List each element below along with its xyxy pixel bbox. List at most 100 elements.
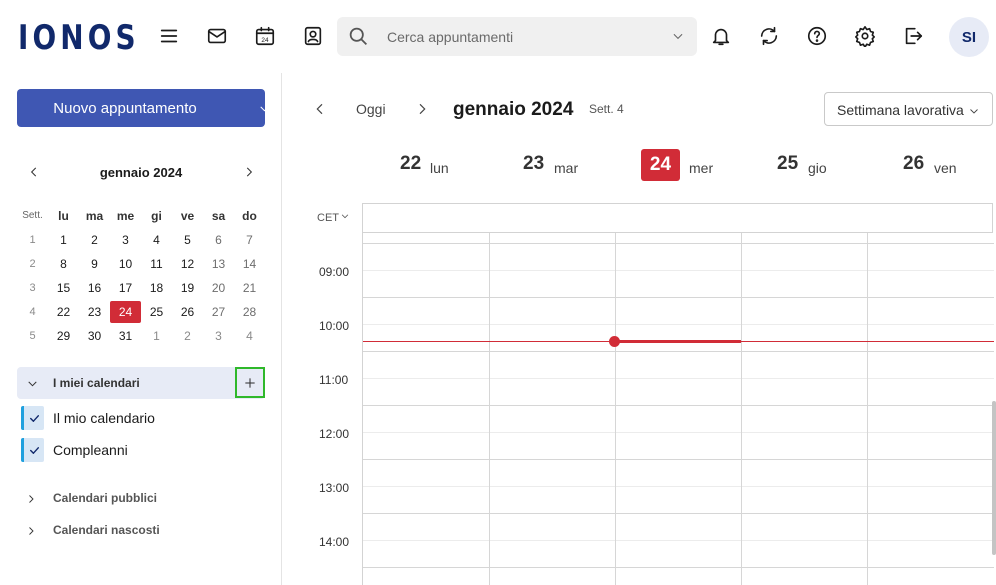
logout-icon[interactable] — [901, 24, 925, 48]
calendar-icon[interactable]: 24 — [253, 24, 277, 48]
bell-icon[interactable] — [709, 24, 733, 48]
mini-calendar-day[interactable]: 19 — [172, 277, 203, 299]
mini-calendar-day[interactable]: 1 — [48, 229, 79, 251]
mini-calendar-today[interactable]: 24 — [110, 301, 141, 323]
chevron-down-icon[interactable] — [26, 377, 39, 395]
mini-calendar-day[interactable]: 11 — [141, 253, 172, 275]
mini-calendar-day[interactable]: 8 — [48, 253, 79, 275]
mini-calendar-day[interactable]: 16 — [79, 277, 110, 299]
weekday-label: do — [242, 209, 257, 223]
hidden-calendars-group[interactable]: Calendari nascosti — [25, 521, 265, 541]
mini-calendar-day[interactable]: 3 — [110, 229, 141, 251]
mini-calendar-day[interactable]: 2 — [79, 229, 110, 251]
day-header-today[interactable]: 24 mer — [614, 149, 740, 181]
chevron-down-icon[interactable] — [671, 29, 685, 48]
menu-icon[interactable] — [157, 24, 181, 48]
mini-calendar-day[interactable]: 26 — [172, 301, 203, 323]
mini-calendar-day[interactable]: 14 — [234, 253, 265, 275]
mini-calendar-day[interactable]: 4 — [234, 325, 265, 347]
scrollbar[interactable] — [992, 401, 996, 555]
mini-calendar-day[interactable]: 20 — [203, 277, 234, 299]
weekday-label: lu — [58, 209, 69, 223]
grid-line — [363, 297, 994, 298]
grid-line — [363, 243, 994, 244]
week-number: 4 — [29, 306, 36, 318]
weekday-label: sa — [211, 209, 226, 223]
checkbox-checked[interactable] — [21, 406, 44, 430]
mini-calendar-day[interactable]: 13 — [203, 253, 234, 275]
mini-calendar-day[interactable]: 21 — [234, 277, 265, 299]
grid-line — [363, 432, 994, 433]
chevron-right-icon[interactable] — [25, 492, 37, 510]
mini-calendar-day[interactable]: 22 — [48, 301, 79, 323]
mini-calendar-day[interactable]: 25 — [141, 301, 172, 323]
mini-calendar-day[interactable]: 30 — [79, 325, 110, 347]
add-calendar-button[interactable] — [235, 367, 265, 398]
view-select[interactable]: Settimana lavorativa — [824, 92, 993, 126]
calendar-item-label: Compleanni — [53, 442, 128, 458]
svg-text:24: 24 — [261, 37, 269, 44]
time-grid[interactable] — [362, 233, 994, 585]
day-header[interactable]: 25 gio — [740, 149, 866, 181]
day-header[interactable]: 26 ven — [866, 149, 992, 181]
mini-calendar-day[interactable]: 29 — [48, 325, 79, 347]
chevron-left-icon[interactable] — [27, 165, 45, 183]
avatar[interactable]: SI — [949, 17, 989, 57]
top-bar: IONOS 24 SI — [0, 0, 996, 73]
settings-icon[interactable] — [853, 24, 877, 48]
public-calendars-group[interactable]: Calendari pubblici — [25, 489, 265, 509]
chevron-left-icon[interactable] — [312, 101, 330, 119]
mini-calendar-day[interactable]: 10 — [110, 253, 141, 275]
day-column-divider — [489, 233, 490, 585]
today-button[interactable]: Oggi — [356, 101, 386, 117]
day-number: 25 — [777, 153, 799, 174]
day-header[interactable]: 23 mar — [488, 149, 614, 181]
my-calendars-header[interactable]: I miei calendari — [17, 367, 265, 399]
mini-calendar-day[interactable]: 1 — [141, 325, 172, 347]
help-icon[interactable] — [805, 24, 829, 48]
chevron-down-icon[interactable] — [258, 102, 271, 120]
chevron-right-icon[interactable] — [25, 524, 37, 542]
chevron-right-icon[interactable] — [414, 101, 432, 119]
day-number: 23 — [523, 153, 545, 174]
all-day-row[interactable] — [362, 203, 993, 233]
grid-line — [363, 405, 994, 406]
search-bar[interactable] — [337, 17, 697, 56]
mini-calendar-day[interactable]: 9 — [79, 253, 110, 275]
mini-calendar-day[interactable]: 27 — [203, 301, 234, 323]
search-input[interactable] — [387, 17, 657, 56]
mini-calendar-day[interactable]: 15 — [48, 277, 79, 299]
day-name: ven — [934, 160, 957, 176]
mail-icon[interactable] — [205, 24, 229, 48]
timezone-selector[interactable]: CET — [317, 211, 350, 224]
calendar-main: Oggi gennaio 2024 Sett. 4 Settimana lavo… — [283, 73, 996, 585]
hour-label: 14:00 — [319, 535, 350, 549]
calendar-item-il-mio-calendario[interactable]: Il mio calendario — [21, 406, 261, 430]
mini-calendar-day[interactable]: 5 — [172, 229, 203, 251]
new-appointment-label: Nuovo appuntamento — [53, 99, 197, 117]
new-appointment-button[interactable]: Nuovo appuntamento — [17, 89, 269, 127]
mini-calendar-day[interactable]: 31 — [110, 325, 141, 347]
mini-calendar-day[interactable]: 3 — [203, 325, 234, 347]
grid-line — [363, 378, 994, 379]
mini-calendar-day[interactable]: 17 — [110, 277, 141, 299]
mini-calendar-day[interactable]: 12 — [172, 253, 203, 275]
mini-calendar-day[interactable]: 2 — [172, 325, 203, 347]
calendar-item-compleanni[interactable]: Compleanni — [21, 438, 261, 462]
day-header[interactable]: 22 lun — [362, 149, 488, 181]
mini-calendar-day[interactable]: 4 — [141, 229, 172, 251]
contacts-icon[interactable] — [301, 24, 325, 48]
refresh-icon[interactable] — [757, 24, 781, 48]
mini-calendar-week-row: 3 15 16 17 18 19 20 21 — [17, 276, 265, 300]
weekday-label: gi — [151, 209, 162, 223]
mini-calendar-day[interactable]: 18 — [141, 277, 172, 299]
mini-calendar-day[interactable]: 28 — [234, 301, 265, 323]
ionos-logo[interactable]: IONOS — [18, 20, 140, 56]
mini-calendar-header: gennaio 2024 — [17, 163, 265, 185]
mini-calendar-day[interactable]: 6 — [203, 229, 234, 251]
mini-calendar-day[interactable]: 7 — [234, 229, 265, 251]
grid-line — [363, 513, 994, 514]
checkbox-checked[interactable] — [21, 438, 44, 462]
chevron-right-icon[interactable] — [242, 165, 260, 183]
mini-calendar-day[interactable]: 23 — [79, 301, 110, 323]
